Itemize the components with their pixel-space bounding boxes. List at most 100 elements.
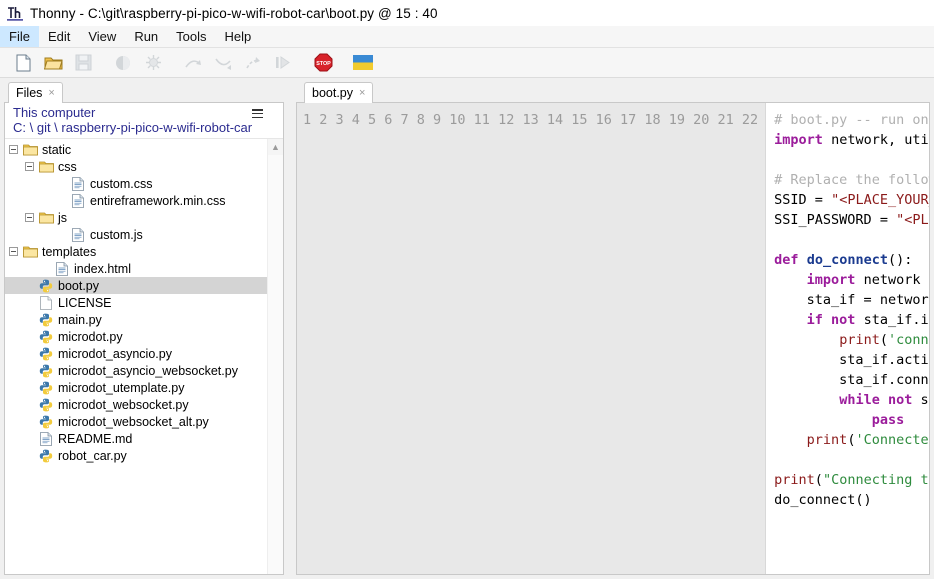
tree-item[interactable]: microdot_websocket_alt.py [5,413,267,430]
tree-item[interactable]: README.md [5,430,267,447]
step-over-button[interactable] [178,50,208,76]
menu-view[interactable]: View [79,26,125,47]
tree-item[interactable]: js [5,209,267,226]
code-token [774,432,807,448]
tree-item[interactable]: index.html [5,260,267,277]
tree-item[interactable]: boot.py [5,277,267,294]
code-token: sta_if.active( [774,352,929,368]
tree-item[interactable]: robot_car.py [5,447,267,464]
menu-file[interactable]: File [0,26,39,47]
code-token: pass [872,412,905,428]
code-token [774,392,839,408]
tree-item[interactable]: microdot_websocket.py [5,396,267,413]
open-file-button[interactable] [38,50,68,76]
code-line [774,530,929,550]
tree-item[interactable]: entireframework.min.css [5,192,267,209]
files-tree-wrap: staticcsscustom.cssentireframework.min.c… [5,139,283,574]
tree-item[interactable]: LICENSE [5,294,267,311]
tree-spacer [25,281,34,290]
tree-item-label: templates [42,245,96,259]
tree-item[interactable]: microdot_utemplate.py [5,379,267,396]
code-token: "Connecting to your wifi..." [823,472,929,488]
menu-edit[interactable]: Edit [39,26,79,47]
code-line [774,450,929,470]
document-file-icon [38,432,54,446]
tree-item[interactable]: templates [5,243,267,260]
tab-boot-py[interactable]: boot.py × [304,82,373,103]
svg-text:STOP: STOP [316,61,331,67]
code-token: while not [839,392,912,408]
files-tabstrip: Files × [0,78,288,102]
collapse-toggle-icon[interactable] [9,145,18,154]
code-token: SSI_PASSWORD = [774,212,896,228]
tree-spacer [25,332,34,341]
collapse-toggle-icon[interactable] [25,162,34,171]
tree-item-label: microdot_websocket_alt.py [58,415,209,429]
save-file-button[interactable] [68,50,98,76]
tree-item-label: README.md [58,432,132,446]
tree-spacer [25,315,34,324]
tree-item[interactable]: css [5,158,267,175]
this-computer-label[interactable]: This computer [13,106,277,121]
folder-icon [22,143,38,157]
tab-files-label: Files [16,86,42,100]
run-button[interactable] [108,50,138,76]
hamburger-menu-icon[interactable] [252,109,263,118]
menu-bar: File Edit View Run Tools Help [0,26,934,48]
resume-button[interactable] [268,50,298,76]
collapse-toggle-icon[interactable] [9,247,18,256]
code-line: sta_if.connect(SSID, SSI_PASSWORD) [774,370,929,390]
scroll-up-arrow-icon[interactable]: ▲ [268,139,284,155]
code-token: network, utime [823,132,929,148]
collapse-toggle-icon[interactable] [25,213,34,222]
code-line: if not sta_if.isconnected(): [774,310,929,330]
tree-spacer [25,298,34,307]
code-editor: 1 2 3 4 5 6 7 8 9 10 11 12 13 14 15 16 1… [296,102,930,575]
tree-item[interactable]: main.py [5,311,267,328]
tree-spacer [57,230,66,239]
code-token: print [774,472,815,488]
tree-item[interactable]: microdot_asyncio_websocket.py [5,362,267,379]
step-out-button[interactable] [238,50,268,76]
folder-icon [38,211,54,225]
tree-item-label: js [58,211,67,225]
code-token: # Replace the following with your WIFI C… [774,172,929,188]
code-token: do_connect() [774,492,872,508]
files-header: This computer C: \ git \ raspberry-pi-pi… [5,103,283,139]
debug-button[interactable] [138,50,168,76]
new-file-button[interactable] [8,50,38,76]
menu-run[interactable]: Run [125,26,167,47]
folder-icon [38,160,54,174]
tree-item[interactable]: microdot_asyncio.py [5,345,267,362]
code-token: sta_if.isconnected(): [855,312,929,328]
code-token: ( [880,332,888,348]
tree-item[interactable]: microdot.py [5,328,267,345]
tree-item[interactable]: custom.js [5,226,267,243]
python-file-icon [38,449,54,463]
tree-item-label: custom.js [90,228,143,242]
code-token: SSID = [774,192,831,208]
editor-pane: boot.py × 1 2 3 4 5 6 7 8 9 10 11 12 13 … [296,78,934,579]
tree-item[interactable]: static [5,141,267,158]
code-token: if not [807,312,856,328]
files-scrollbar[interactable]: ▲ [267,139,283,574]
step-into-button[interactable] [208,50,238,76]
menu-help[interactable]: Help [216,26,261,47]
scrollbar-track[interactable] [268,155,283,574]
pane-splitter[interactable] [288,78,296,579]
code-token: do_connect [807,252,888,268]
ukraine-flag-button[interactable] [348,50,378,76]
tree-item[interactable]: custom.css [5,175,267,192]
files-panel-body: This computer C: \ git \ raspberry-pi-pi… [4,102,284,575]
code-text-area[interactable]: # boot.py -- run on boot-upimport networ… [766,103,929,574]
tab-files[interactable]: Files × [8,82,63,103]
close-icon[interactable]: × [359,88,365,99]
current-path-label[interactable]: C: \ git \ raspberry-pi-pico-w-wifi-robo… [13,121,277,136]
menu-tools[interactable]: Tools [167,26,215,47]
files-tree[interactable]: staticcsscustom.cssentireframework.min.c… [5,139,267,574]
code-token: network [855,272,920,288]
close-icon[interactable]: × [48,88,54,99]
stop-button[interactable]: STOP [308,50,338,76]
code-line: import network [774,270,929,290]
tree-spacer [25,434,34,443]
